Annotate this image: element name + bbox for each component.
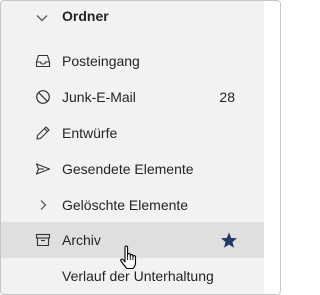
mail-folder-pane-window: Ordner Posteingang Junk-E-Mail 28 Entwür… [0,0,281,295]
star-favorite-icon[interactable] [220,232,238,249]
block-icon [35,89,51,105]
chevron-down-icon[interactable] [35,11,49,25]
pencil-icon [35,125,51,141]
folder-item-deleted[interactable]: Gelöschte Elemente [1,187,264,223]
folders-group-title: Ordner [62,8,109,24]
scrollbar-track[interactable] [264,1,280,294]
hand-cursor-icon [119,245,139,271]
archive-icon [35,232,51,248]
folder-item-drafts[interactable]: Entwürfe [1,115,264,151]
folder-pane: Ordner Posteingang Junk-E-Mail 28 Entwür… [1,1,264,294]
folder-item-posteingang[interactable]: Posteingang [1,43,264,79]
folder-label: Posteingang [62,53,140,69]
folder-label: Gesendete Elemente [62,161,194,177]
folder-label: Junk-E-Mail [62,89,136,105]
chevron-right-icon[interactable] [35,197,51,213]
folder-item-sent[interactable]: Gesendete Elemente [1,151,264,187]
inbox-icon [35,53,51,69]
folder-item-junk[interactable]: Junk-E-Mail 28 [1,79,264,115]
send-icon [35,161,51,177]
folder-label: Entwürfe [62,125,118,141]
folder-label: Gelöschte Elemente [62,197,189,213]
folder-label: Archiv [62,232,101,248]
folders-group-header[interactable]: Ordner [1,1,264,33]
unread-count: 28 [219,89,235,105]
